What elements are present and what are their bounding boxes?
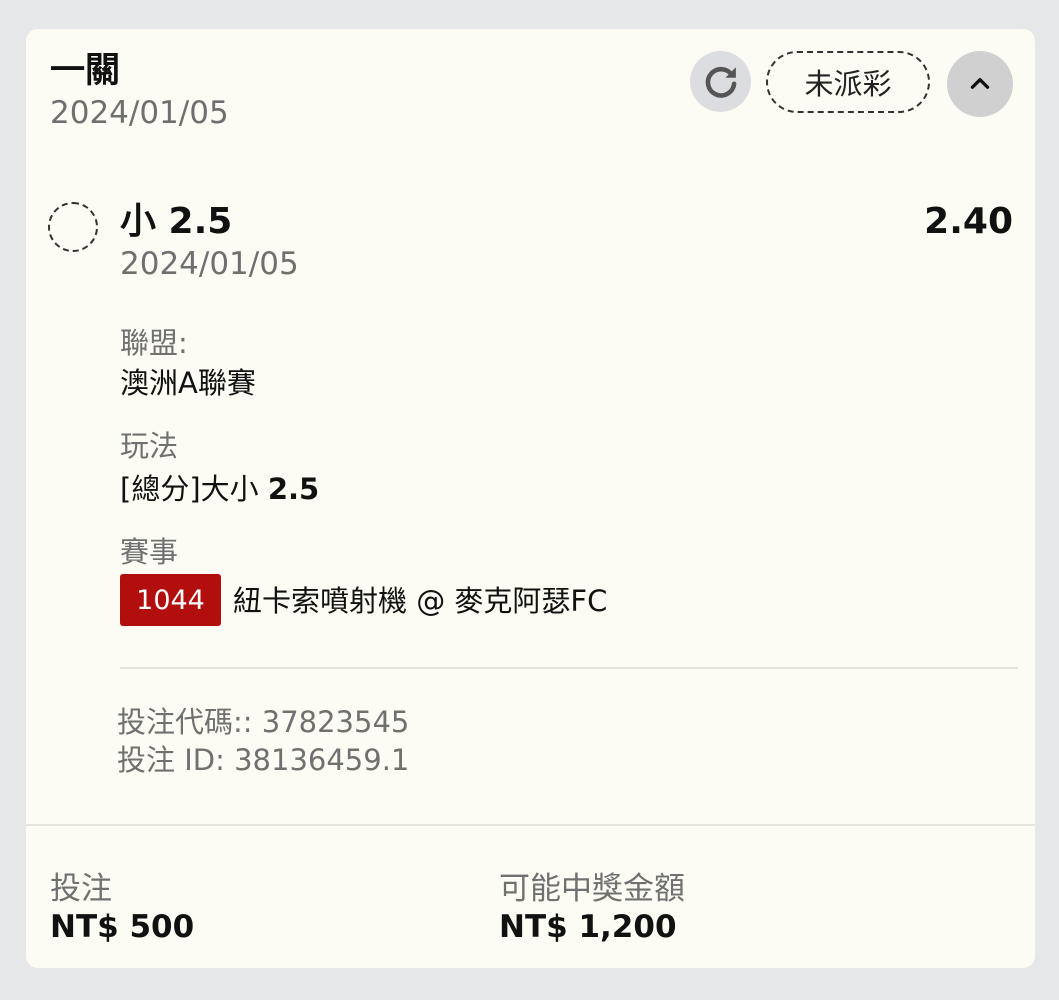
selection-odds: 2.40 — [924, 201, 1013, 242]
market-value: [總分]大小 2.5 — [120, 471, 319, 507]
selection-name: 小 2.5 — [120, 201, 233, 242]
collapse-button[interactable] — [947, 51, 1013, 117]
payout-label: 可能中獎金額 — [499, 871, 685, 907]
market-label: 玩法 — [120, 429, 179, 463]
bet-date: 2024/01/05 — [50, 95, 229, 131]
market-value-prefix: [總分]大小 — [120, 472, 259, 506]
market-value-line: 2.5 — [267, 472, 320, 506]
bet-code: 投注代碼:: 37823545 — [117, 705, 410, 739]
selection-status-icon — [48, 202, 98, 252]
event-name: 紐卡索噴射機 @ 麥克阿瑟FC — [233, 584, 608, 618]
selection-date: 2024/01/05 — [120, 246, 299, 282]
event-id-badge: 1044 — [120, 574, 221, 626]
bet-id: 投注 ID: 38136459.1 — [117, 743, 410, 777]
event-label: 賽事 — [120, 535, 179, 569]
bet-card: 一關 2024/01/05 未派彩 小 2.5 2.40 2024/01/05 … — [26, 29, 1035, 968]
divider — [120, 667, 1018, 669]
stake-label: 投注 — [50, 871, 112, 907]
bet-type-title: 一關 — [50, 51, 121, 91]
stake-value: NT$ 500 — [50, 909, 195, 945]
divider — [26, 824, 1035, 826]
refresh-icon — [705, 66, 736, 98]
chevron-up-icon — [970, 78, 990, 89]
refresh-button[interactable] — [690, 51, 751, 112]
status-badge: 未派彩 — [766, 51, 930, 113]
payout-value: NT$ 1,200 — [499, 909, 677, 945]
league-value: 澳洲A聯賽 — [120, 366, 256, 400]
league-label: 聯盟: — [120, 326, 188, 360]
